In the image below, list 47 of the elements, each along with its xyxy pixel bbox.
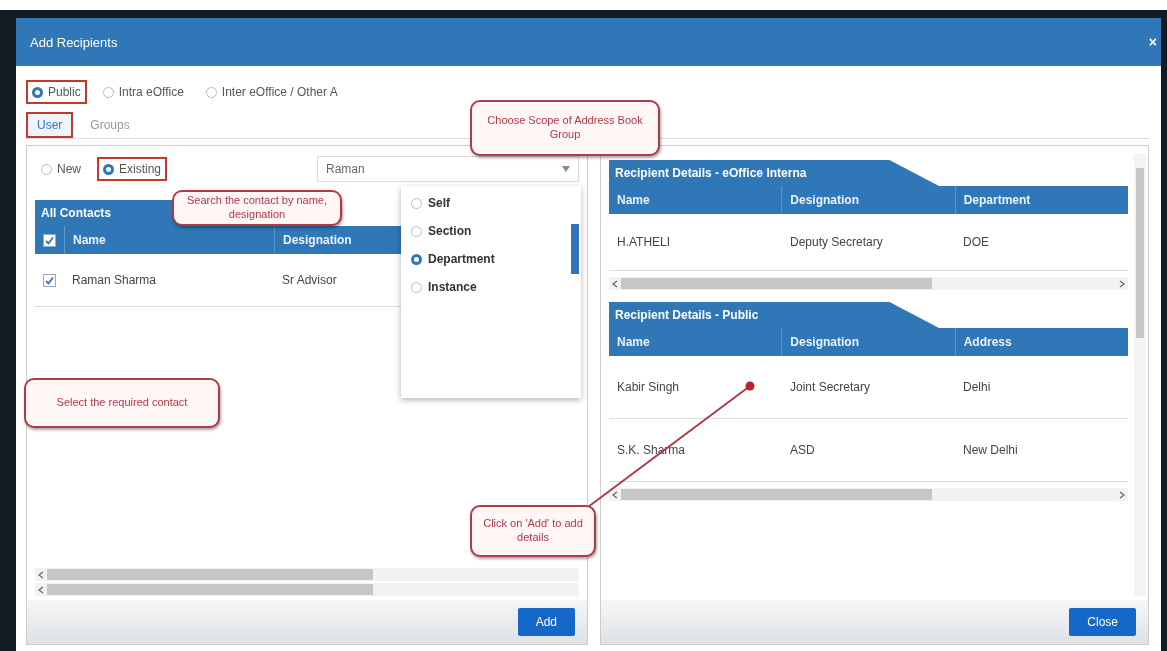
dropdown-caret-icon[interactable] [562, 166, 570, 172]
tab[interactable]: User [26, 112, 74, 138]
callout-note: Choose Scope of Address Book Group [470, 100, 660, 156]
column-header: Designation [781, 186, 955, 214]
horizontal-scrollbar[interactable] [609, 277, 1128, 290]
vertical-scrollbar[interactable] [1134, 154, 1146, 596]
dropdown-option[interactable]: Department [411, 252, 559, 266]
table-cell-text: New Delhi [962, 443, 1019, 457]
scope-radio[interactable]: Intra eOffice [96, 80, 190, 104]
column-header: Department [954, 186, 1128, 214]
callout-note: Select the required contact [24, 378, 220, 428]
callout-note: Search the contact by name, designation [172, 190, 342, 226]
dropdown-option[interactable]: Self [411, 196, 559, 210]
chevron-right-icon[interactable] [1118, 490, 1126, 499]
close-glyph[interactable]: × [1148, 34, 1157, 50]
checkbox[interactable] [43, 233, 56, 247]
search-field[interactable]: Raman [317, 156, 579, 182]
table-cell-text: DOE [962, 235, 990, 249]
column-header: Designation [781, 328, 955, 356]
column-header: Name [616, 192, 651, 209]
dropdown-option[interactable]: Instance [411, 280, 559, 294]
table-cell-text: Joint Secretary [789, 380, 872, 394]
table-cell-text: Sr Advisor [281, 273, 338, 287]
close-button[interactable]: Close [1069, 608, 1136, 636]
callout-note: Click on 'Add' to add details [470, 505, 596, 557]
column-header: Address [954, 328, 1128, 356]
horizontal-scrollbar[interactable] [35, 583, 579, 596]
chevron-left-icon[interactable] [611, 490, 619, 499]
checkbox[interactable] [43, 273, 56, 287]
scope-radio[interactable]: Public [26, 80, 87, 104]
table-cell-text: Delhi [962, 380, 992, 394]
contact-mode-radio[interactable]: Existing [97, 157, 168, 181]
contact-mode-radio[interactable]: New [35, 157, 87, 181]
add-button[interactable]: Add [517, 608, 575, 636]
chevron-left-icon[interactable] [611, 279, 619, 288]
table-cell-text: Deputy Secretary [789, 235, 884, 249]
column-header: Name [616, 334, 651, 351]
scrollbar-thumb[interactable] [571, 224, 579, 274]
horizontal-scrollbar[interactable] [35, 568, 579, 581]
table-cell-text: Raman Sharma [71, 273, 158, 287]
dialog-title: Add Recipients [30, 34, 118, 50]
table-cell-text: Kabir Singh [616, 380, 681, 394]
table-cell-text: H.ATHELI [616, 235, 672, 249]
chevron-right-icon[interactable] [1118, 279, 1126, 288]
table-cell-text: ASD [789, 443, 816, 457]
scope-radio[interactable]: Inter eOffice / Other A [199, 80, 344, 104]
horizontal-scrollbar[interactable] [609, 488, 1128, 501]
